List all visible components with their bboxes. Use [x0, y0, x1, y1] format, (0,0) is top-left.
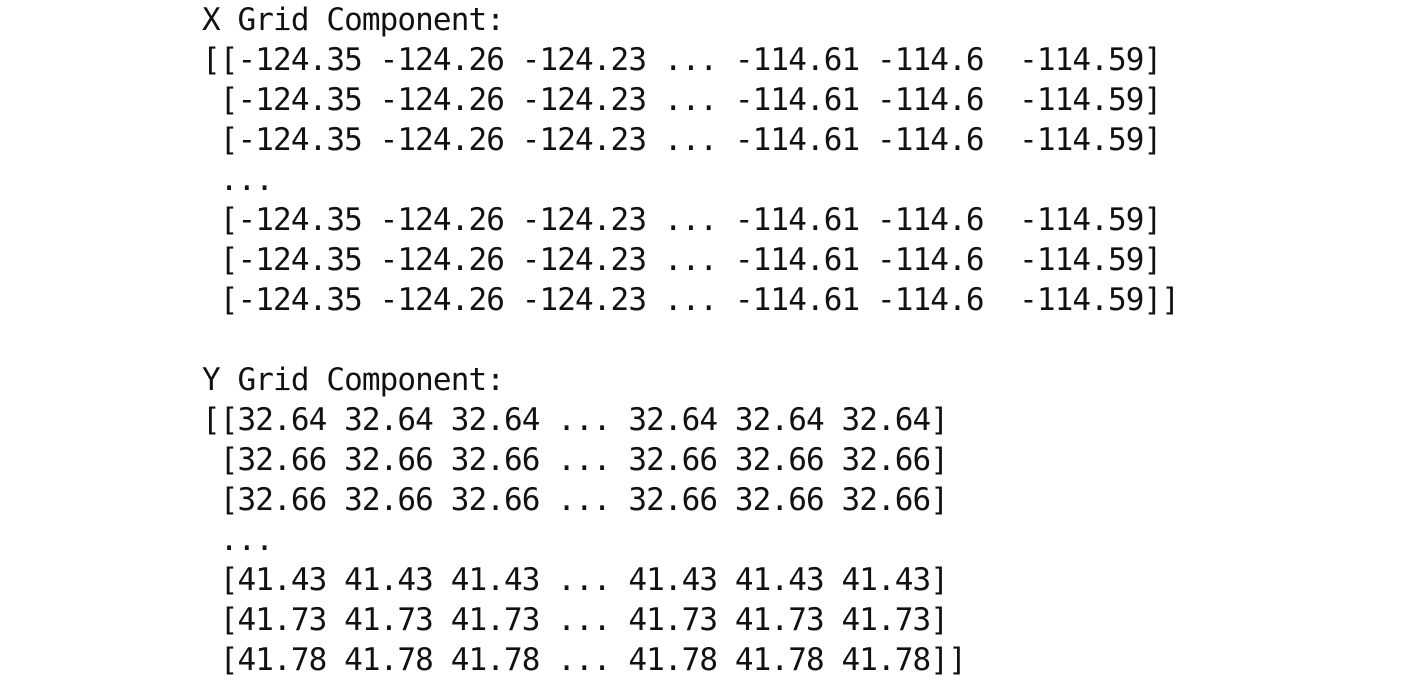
x-grid-block: X Grid Component: [[-124.35 -124.26 -124… [202, 0, 1180, 320]
x-grid-line: [-124.35 -124.26 -124.23 ... -114.61 -11… [202, 282, 1180, 318]
y-grid-line: [41.73 41.73 41.73 ... 41.73 41.73 41.73… [202, 602, 949, 638]
y-grid-ellipsis: ... [202, 522, 274, 558]
x-grid-line: [-124.35 -124.26 -124.23 ... -114.61 -11… [202, 122, 1162, 158]
y-grid-line: [41.78 41.78 41.78 ... 41.78 41.78 41.78… [202, 642, 967, 678]
x-grid-line: [-124.35 -124.26 -124.23 ... -114.61 -11… [202, 242, 1162, 278]
x-grid-line: [-124.35 -124.26 -124.23 ... -114.61 -11… [202, 82, 1162, 118]
y-grid-line: [41.43 41.43 41.43 ... 41.43 41.43 41.43… [202, 562, 949, 598]
x-grid-ellipsis: ... [202, 162, 274, 198]
console-output: X Grid Component: [[-124.35 -124.26 -124… [202, 0, 1180, 680]
y-grid-line: [[32.64 32.64 32.64 ... 32.64 32.64 32.6… [202, 402, 949, 438]
x-grid-heading: X Grid Component: [202, 2, 505, 38]
x-grid-line: [[-124.35 -124.26 -124.23 ... -114.61 -1… [202, 42, 1162, 78]
y-grid-block: Y Grid Component: [[32.64 32.64 32.64 ..… [202, 360, 1179, 680]
y-grid-line: [32.66 32.66 32.66 ... 32.66 32.66 32.66… [202, 482, 949, 518]
y-grid-line: [32.66 32.66 32.66 ... 32.66 32.66 32.66… [202, 442, 949, 478]
x-grid-line: [-124.35 -124.26 -124.23 ... -114.61 -11… [202, 202, 1162, 238]
y-grid-heading: Y Grid Component: [202, 362, 505, 398]
